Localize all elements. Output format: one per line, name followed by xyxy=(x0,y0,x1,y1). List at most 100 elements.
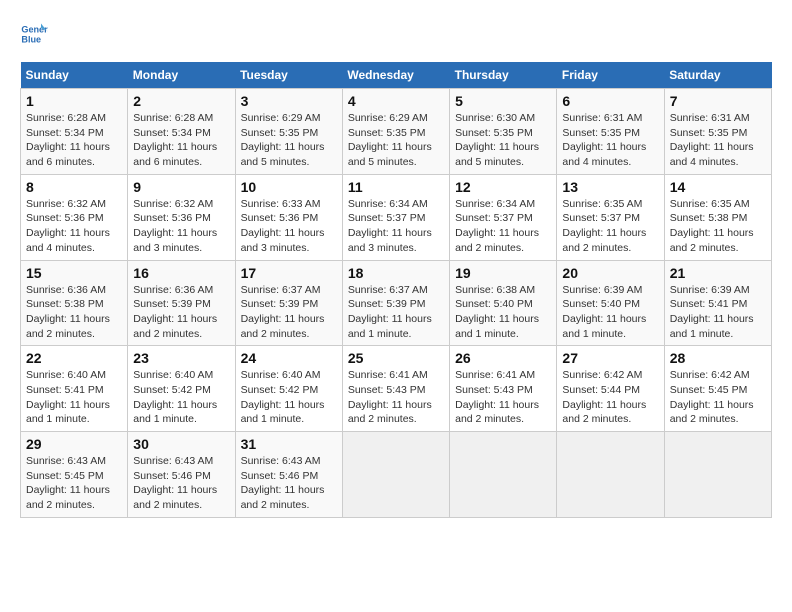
day-detail: Sunrise: 6:41 AM Sunset: 5:43 PM Dayligh… xyxy=(348,368,444,427)
day-detail: Sunrise: 6:41 AM Sunset: 5:43 PM Dayligh… xyxy=(455,368,551,427)
day-number: 16 xyxy=(133,265,229,281)
day-number: 7 xyxy=(670,93,766,109)
calendar-cell: 18 Sunrise: 6:37 AM Sunset: 5:39 PM Dayli… xyxy=(342,260,449,346)
calendar-cell: 15 Sunrise: 6:36 AM Sunset: 5:38 PM Dayli… xyxy=(21,260,128,346)
day-number: 3 xyxy=(241,93,337,109)
calendar-cell xyxy=(450,432,557,518)
day-number: 12 xyxy=(455,179,551,195)
logo-icon: General Blue xyxy=(20,20,48,48)
day-number: 10 xyxy=(241,179,337,195)
day-detail: Sunrise: 6:40 AM Sunset: 5:42 PM Dayligh… xyxy=(133,368,229,427)
day-detail: Sunrise: 6:28 AM Sunset: 5:34 PM Dayligh… xyxy=(26,111,122,170)
day-number: 24 xyxy=(241,350,337,366)
calendar-cell: 26 Sunrise: 6:41 AM Sunset: 5:43 PM Dayli… xyxy=(450,346,557,432)
day-number: 28 xyxy=(670,350,766,366)
day-number: 27 xyxy=(562,350,658,366)
calendar-cell: 19 Sunrise: 6:38 AM Sunset: 5:40 PM Dayli… xyxy=(450,260,557,346)
day-detail: Sunrise: 6:35 AM Sunset: 5:37 PM Dayligh… xyxy=(562,197,658,256)
calendar-cell: 25 Sunrise: 6:41 AM Sunset: 5:43 PM Dayli… xyxy=(342,346,449,432)
day-detail: Sunrise: 6:32 AM Sunset: 5:36 PM Dayligh… xyxy=(133,197,229,256)
calendar-cell: 4 Sunrise: 6:29 AM Sunset: 5:35 PM Daylig… xyxy=(342,89,449,175)
day-number: 26 xyxy=(455,350,551,366)
day-detail: Sunrise: 6:37 AM Sunset: 5:39 PM Dayligh… xyxy=(241,283,337,342)
calendar-cell: 8 Sunrise: 6:32 AM Sunset: 5:36 PM Daylig… xyxy=(21,174,128,260)
day-detail: Sunrise: 6:35 AM Sunset: 5:38 PM Dayligh… xyxy=(670,197,766,256)
day-detail: Sunrise: 6:43 AM Sunset: 5:45 PM Dayligh… xyxy=(26,454,122,513)
calendar-cell: 10 Sunrise: 6:33 AM Sunset: 5:36 PM Dayli… xyxy=(235,174,342,260)
calendar-cell: 14Sunrise: 6:35 AM Sunset: 5:38 PM Dayli… xyxy=(664,174,771,260)
day-number: 13 xyxy=(562,179,658,195)
day-number: 15 xyxy=(26,265,122,281)
day-detail: Sunrise: 6:30 AM Sunset: 5:35 PM Dayligh… xyxy=(455,111,551,170)
calendar-cell: 30Sunrise: 6:43 AM Sunset: 5:46 PM Dayli… xyxy=(128,432,235,518)
day-number: 6 xyxy=(562,93,658,109)
day-detail: Sunrise: 6:32 AM Sunset: 5:36 PM Dayligh… xyxy=(26,197,122,256)
day-number: 21 xyxy=(670,265,766,281)
day-number: 18 xyxy=(348,265,444,281)
day-detail: Sunrise: 6:36 AM Sunset: 5:38 PM Dayligh… xyxy=(26,283,122,342)
svg-text:Blue: Blue xyxy=(21,34,41,44)
svg-text:General: General xyxy=(21,25,48,35)
day-number: 19 xyxy=(455,265,551,281)
calendar-cell: 7 Sunrise: 6:31 AM Sunset: 5:35 PM Daylig… xyxy=(664,89,771,175)
calendar-cell: 6 Sunrise: 6:31 AM Sunset: 5:35 PM Daylig… xyxy=(557,89,664,175)
calendar-cell xyxy=(557,432,664,518)
calendar-cell: 31Sunrise: 6:43 AM Sunset: 5:46 PM Dayli… xyxy=(235,432,342,518)
day-number: 4 xyxy=(348,93,444,109)
day-detail: Sunrise: 6:28 AM Sunset: 5:34 PM Dayligh… xyxy=(133,111,229,170)
day-detail: Sunrise: 6:42 AM Sunset: 5:45 PM Dayligh… xyxy=(670,368,766,427)
calendar-cell: 17 Sunrise: 6:37 AM Sunset: 5:39 PM Dayli… xyxy=(235,260,342,346)
calendar-cell: 21Sunrise: 6:39 AM Sunset: 5:41 PM Dayli… xyxy=(664,260,771,346)
weekday-header-friday: Friday xyxy=(557,62,664,89)
day-detail: Sunrise: 6:31 AM Sunset: 5:35 PM Dayligh… xyxy=(562,111,658,170)
day-detail: Sunrise: 6:42 AM Sunset: 5:44 PM Dayligh… xyxy=(562,368,658,427)
day-detail: Sunrise: 6:29 AM Sunset: 5:35 PM Dayligh… xyxy=(348,111,444,170)
calendar-table: SundayMondayTuesdayWednesdayThursdayFrid… xyxy=(20,62,772,518)
weekday-header-sunday: Sunday xyxy=(21,62,128,89)
weekday-header-monday: Monday xyxy=(128,62,235,89)
day-number: 17 xyxy=(241,265,337,281)
day-number: 30 xyxy=(133,436,229,452)
calendar-cell: 5 Sunrise: 6:30 AM Sunset: 5:35 PM Daylig… xyxy=(450,89,557,175)
day-detail: Sunrise: 6:39 AM Sunset: 5:40 PM Dayligh… xyxy=(562,283,658,342)
day-number: 23 xyxy=(133,350,229,366)
calendar-cell: 24Sunrise: 6:40 AM Sunset: 5:42 PM Dayli… xyxy=(235,346,342,432)
calendar-cell: 13 Sunrise: 6:35 AM Sunset: 5:37 PM Dayli… xyxy=(557,174,664,260)
day-number: 9 xyxy=(133,179,229,195)
calendar-cell: 3 Sunrise: 6:29 AM Sunset: 5:35 PM Daylig… xyxy=(235,89,342,175)
calendar-cell: 28 Sunrise: 6:42 AM Sunset: 5:45 PM Dayli… xyxy=(664,346,771,432)
calendar-cell: 22Sunrise: 6:40 AM Sunset: 5:41 PM Dayli… xyxy=(21,346,128,432)
day-detail: Sunrise: 6:36 AM Sunset: 5:39 PM Dayligh… xyxy=(133,283,229,342)
day-detail: Sunrise: 6:34 AM Sunset: 5:37 PM Dayligh… xyxy=(455,197,551,256)
weekday-header-wednesday: Wednesday xyxy=(342,62,449,89)
weekday-header-saturday: Saturday xyxy=(664,62,771,89)
day-number: 8 xyxy=(26,179,122,195)
day-number: 2 xyxy=(133,93,229,109)
day-number: 1 xyxy=(26,93,122,109)
calendar-cell: 23 Sunrise: 6:40 AM Sunset: 5:42 PM Dayli… xyxy=(128,346,235,432)
day-detail: Sunrise: 6:33 AM Sunset: 5:36 PM Dayligh… xyxy=(241,197,337,256)
day-number: 29 xyxy=(26,436,122,452)
calendar-cell: 29 Sunrise: 6:43 AM Sunset: 5:45 PM Dayli… xyxy=(21,432,128,518)
calendar-cell: 20 Sunrise: 6:39 AM Sunset: 5:40 PM Dayli… xyxy=(557,260,664,346)
calendar-cell xyxy=(664,432,771,518)
weekday-header-tuesday: Tuesday xyxy=(235,62,342,89)
day-number: 20 xyxy=(562,265,658,281)
day-detail: Sunrise: 6:38 AM Sunset: 5:40 PM Dayligh… xyxy=(455,283,551,342)
day-detail: Sunrise: 6:29 AM Sunset: 5:35 PM Dayligh… xyxy=(241,111,337,170)
day-number: 5 xyxy=(455,93,551,109)
day-detail: Sunrise: 6:31 AM Sunset: 5:35 PM Dayligh… xyxy=(670,111,766,170)
day-detail: Sunrise: 6:37 AM Sunset: 5:39 PM Dayligh… xyxy=(348,283,444,342)
calendar-cell: 2 Sunrise: 6:28 AM Sunset: 5:34 PM Daylig… xyxy=(128,89,235,175)
calendar-cell: 1 Sunrise: 6:28 AM Sunset: 5:34 PM Daylig… xyxy=(21,89,128,175)
day-number: 25 xyxy=(348,350,444,366)
calendar-cell: 9 Sunrise: 6:32 AM Sunset: 5:36 PM Daylig… xyxy=(128,174,235,260)
calendar-cell: 11 Sunrise: 6:34 AM Sunset: 5:37 PM Dayli… xyxy=(342,174,449,260)
day-number: 31 xyxy=(241,436,337,452)
logo: General Blue xyxy=(20,20,52,48)
day-number: 11 xyxy=(348,179,444,195)
weekday-header-thursday: Thursday xyxy=(450,62,557,89)
calendar-cell xyxy=(342,432,449,518)
day-detail: Sunrise: 6:34 AM Sunset: 5:37 PM Dayligh… xyxy=(348,197,444,256)
calendar-cell: 27 Sunrise: 6:42 AM Sunset: 5:44 PM Dayli… xyxy=(557,346,664,432)
